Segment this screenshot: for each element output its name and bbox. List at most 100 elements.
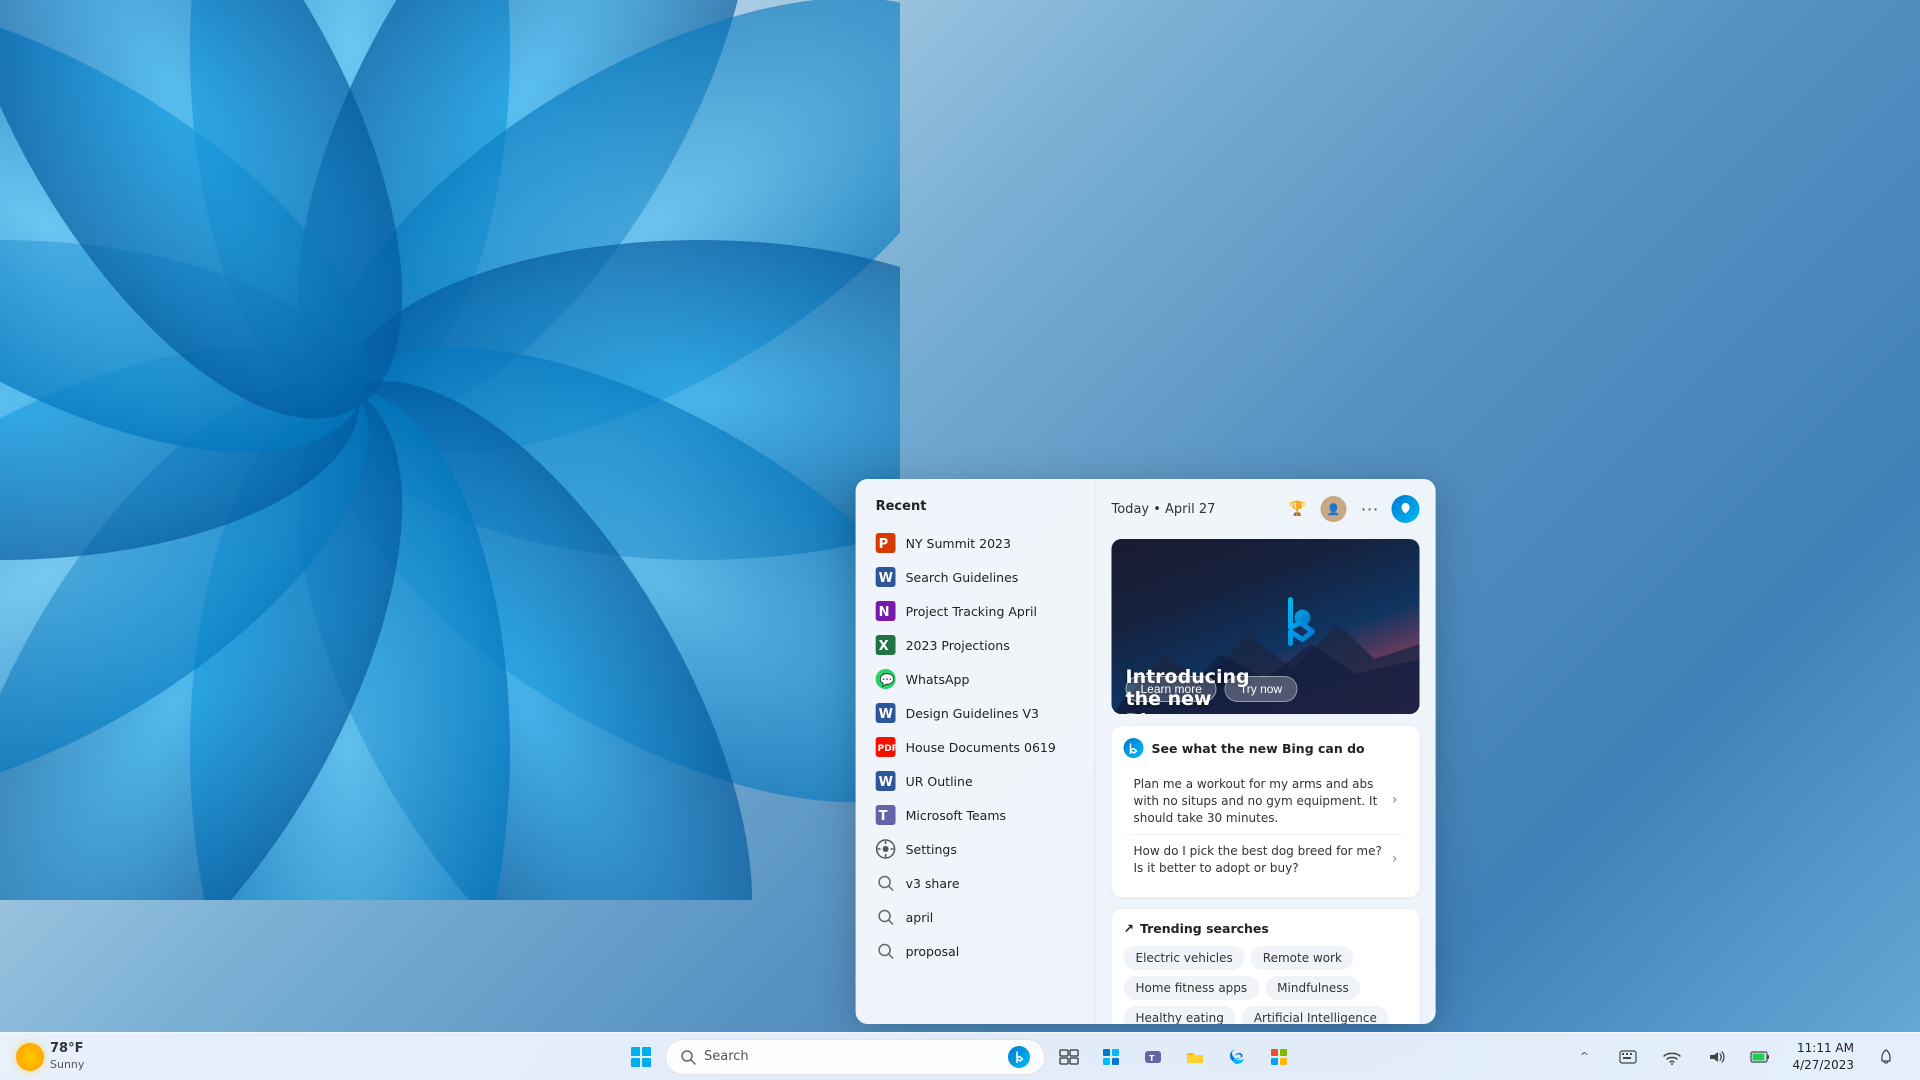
chevron-right-icon-1: ›: [1392, 791, 1398, 811]
keyboard-button[interactable]: [1610, 1039, 1646, 1075]
whatsapp-icon: 💬: [876, 669, 896, 689]
system-tray-expand[interactable]: ^: [1566, 1039, 1602, 1075]
battery-button[interactable]: [1742, 1039, 1778, 1075]
panel-header: Today • April 27 🏆 👤 ⋯: [1112, 495, 1420, 523]
panel-header-icons: 🏆 👤 ⋯: [1284, 495, 1420, 523]
svg-text:W: W: [879, 571, 893, 586]
trending-tag-remote-work[interactable]: Remote work: [1251, 946, 1354, 970]
recent-item-settings[interactable]: Settings: [856, 832, 1095, 866]
onenote-icon: N: [876, 601, 896, 621]
recent-item-project-tracking[interactable]: N Project Tracking April: [856, 594, 1095, 628]
recent-item-teams[interactable]: T Microsoft Teams: [856, 798, 1095, 832]
wifi-icon: [1663, 1049, 1681, 1065]
learn-more-button[interactable]: Learn more: [1126, 676, 1217, 702]
panel-date: Today • April 27: [1112, 502, 1216, 517]
temperature: 78°F: [50, 1041, 84, 1058]
file-explorer-icon: [1185, 1047, 1205, 1067]
chevron-up-icon: ^: [1580, 1050, 1589, 1063]
recent-item-april[interactable]: april: [856, 900, 1095, 934]
recent-item-search-guidelines[interactable]: W Search Guidelines: [856, 560, 1095, 594]
recent-item-2023-projections[interactable]: X 2023 Projections: [856, 628, 1095, 662]
clock-date: 4/27/2023: [1792, 1057, 1854, 1074]
weather-widget[interactable]: 78°F Sunny: [16, 1041, 84, 1072]
desktop-wallpaper: [0, 0, 900, 900]
taskbar: 78°F Sunny S: [0, 1032, 1920, 1080]
recent-items-list: P NY Summit 2023 W Search Guidelines N: [856, 526, 1095, 968]
start-popup: Recent P NY Summit 2023 W Search Guideli…: [856, 479, 1436, 1024]
bing-section-title: See what the new Bing can do: [1152, 741, 1365, 756]
recent-item-design-guidelines[interactable]: W Design Guidelines V3: [856, 696, 1095, 730]
start-button[interactable]: [623, 1039, 659, 1075]
svg-text:T: T: [879, 809, 888, 824]
volume-button[interactable]: [1698, 1039, 1734, 1075]
wifi-button[interactable]: [1654, 1039, 1690, 1075]
widgets-button[interactable]: [1093, 1039, 1129, 1075]
svg-text:P: P: [879, 537, 889, 552]
notification-icon: [1877, 1048, 1895, 1066]
volume-icon: [1707, 1049, 1725, 1065]
task-view-button[interactable]: [1051, 1039, 1087, 1075]
recent-item-ur-outline[interactable]: W UR Outline: [856, 764, 1095, 798]
edge-button[interactable]: [1219, 1039, 1255, 1075]
svg-text:N: N: [879, 605, 890, 620]
profile-button[interactable]: 👤: [1320, 495, 1348, 523]
recent-item-ny-summit[interactable]: P NY Summit 2023: [856, 526, 1095, 560]
taskbar-center: Search: [623, 1039, 1297, 1075]
recent-item-label: House Documents 0619: [906, 740, 1056, 755]
svg-text:W: W: [879, 775, 893, 790]
trending-tag-ai[interactable]: Artificial Intelligence: [1242, 1006, 1389, 1024]
clock-display[interactable]: 11:11 AM 4/27/2023: [1786, 1039, 1860, 1075]
bing-query-2[interactable]: How do I pick the best dog breed for me?…: [1124, 834, 1408, 885]
clock-time: 11:11 AM: [1792, 1040, 1854, 1057]
weather-text: 78°F Sunny: [50, 1041, 84, 1072]
svg-text:X: X: [879, 639, 889, 654]
word-icon: W: [876, 567, 896, 587]
search-icon-3: [876, 941, 896, 961]
trending-tag-mindfulness[interactable]: Mindfulness: [1265, 976, 1361, 1000]
trending-tag-healthy-eating[interactable]: Healthy eating: [1124, 1006, 1236, 1024]
store-icon: [1269, 1047, 1289, 1067]
recent-item-proposal[interactable]: proposal: [856, 934, 1095, 968]
notification-button[interactable]: [1868, 1039, 1904, 1075]
recent-panel: Recent P NY Summit 2023 W Search Guideli…: [856, 479, 1096, 1024]
recent-item-whatsapp[interactable]: 💬 WhatsApp: [856, 662, 1095, 696]
bing-section-header: See what the new Bing can do: [1124, 738, 1408, 758]
svg-text:PDF: PDF: [878, 744, 896, 754]
chevron-right-icon-2: ›: [1392, 850, 1398, 870]
word-icon-2: W: [876, 703, 896, 723]
task-view-icon: [1059, 1047, 1079, 1067]
recent-item-label: Search Guidelines: [906, 570, 1019, 585]
recent-item-label: Project Tracking April: [906, 604, 1037, 619]
keyboard-icon: [1619, 1050, 1637, 1064]
recent-item-label: v3 share: [906, 876, 960, 891]
weather-icon: [16, 1043, 44, 1071]
recent-item-v3-share[interactable]: v3 share: [856, 866, 1095, 900]
recent-item-label: proposal: [906, 944, 960, 959]
edge-icon: [1227, 1047, 1247, 1067]
search-icon: [680, 1049, 696, 1065]
weather-condition: Sunny: [50, 1058, 84, 1072]
trending-tag-home-fitness[interactable]: Home fitness apps: [1124, 976, 1260, 1000]
recent-item-house-documents[interactable]: PDF House Documents 0619: [856, 730, 1095, 764]
trending-section: ↗ Trending searches Electric vehicles Re…: [1112, 909, 1420, 1024]
recent-item-label: NY Summit 2023: [906, 536, 1011, 551]
bing-search-icon: [1008, 1046, 1030, 1068]
trending-tag-electric-vehicles[interactable]: Electric vehicles: [1124, 946, 1245, 970]
settings-icon: [876, 839, 896, 859]
search-placeholder: Search: [704, 1049, 1000, 1064]
teams-chat-button[interactable]: T: [1135, 1039, 1171, 1075]
trophy-button[interactable]: 🏆: [1284, 495, 1312, 523]
taskbar-search[interactable]: Search: [665, 1039, 1045, 1075]
search-icon-1: [876, 873, 896, 893]
trending-title: Trending searches: [1140, 921, 1269, 936]
recent-item-label: april: [906, 910, 934, 925]
try-now-button[interactable]: Try now: [1225, 676, 1297, 702]
file-explorer-button[interactable]: [1177, 1039, 1213, 1075]
more-options-button[interactable]: ⋯: [1356, 495, 1384, 523]
bing-icon-button[interactable]: [1392, 495, 1420, 523]
teams-chat-icon: T: [1143, 1047, 1163, 1067]
trending-tags: Electric vehicles Remote work Home fitne…: [1124, 946, 1408, 1024]
store-button[interactable]: [1261, 1039, 1297, 1075]
excel-icon: X: [876, 635, 896, 655]
bing-query-1[interactable]: Plan me a workout for my arms and abs wi…: [1124, 768, 1408, 834]
